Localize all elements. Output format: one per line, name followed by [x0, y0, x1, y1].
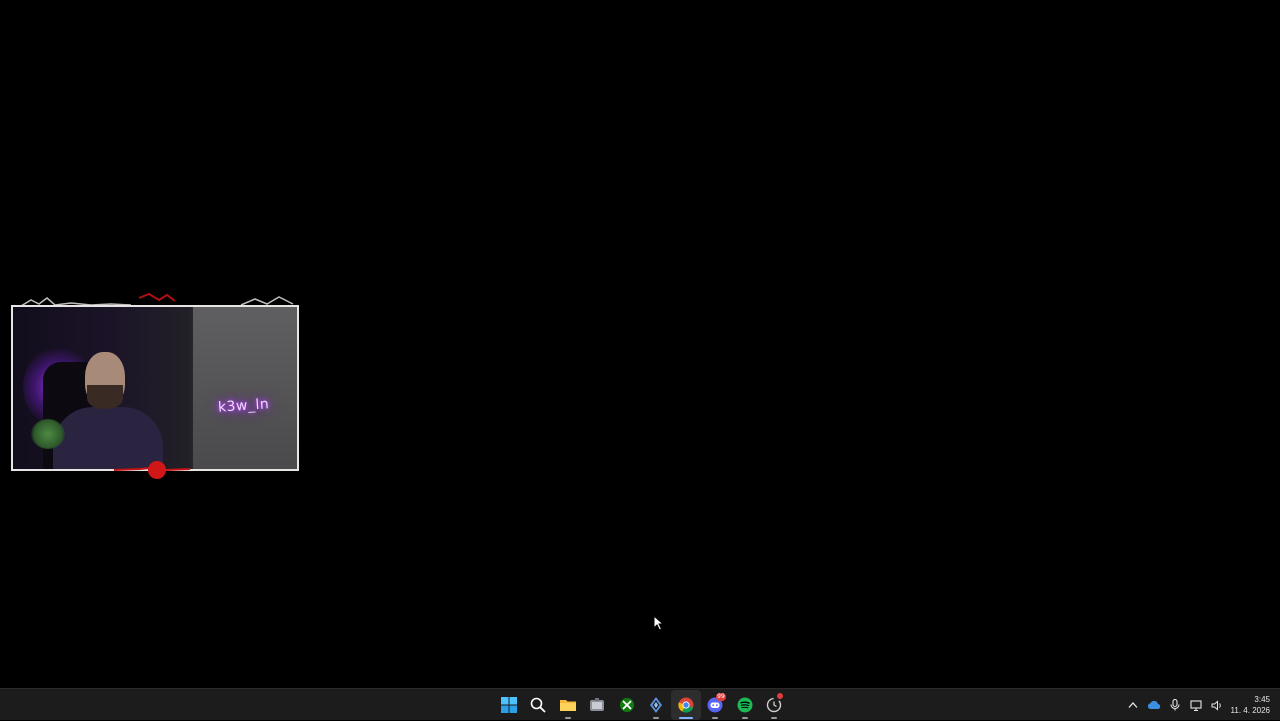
- running-indicator: [712, 717, 719, 719]
- toolbox-app-button[interactable]: [583, 690, 613, 720]
- start-button[interactable]: [494, 690, 524, 720]
- network-icon: [1189, 699, 1202, 711]
- diamond-app-button[interactable]: [642, 690, 672, 720]
- chevron-up-icon: [1128, 702, 1137, 708]
- system-tray: [1122, 689, 1227, 721]
- spotify-button[interactable]: [730, 690, 760, 720]
- plant-decoration: [31, 419, 65, 449]
- show-hidden-icons-button[interactable]: [1122, 689, 1143, 721]
- toolbox-icon: [590, 698, 605, 711]
- spotify-icon: [737, 697, 753, 713]
- xbox-icon: [619, 698, 634, 712]
- active-indicator: [678, 717, 693, 719]
- chrome-button[interactable]: [671, 690, 701, 720]
- microphone-tray-button[interactable]: [1164, 689, 1185, 721]
- onedrive-icon: [1147, 700, 1160, 709]
- folder-icon: [559, 700, 576, 711]
- network-tray-button[interactable]: [1185, 689, 1206, 721]
- xbox-button[interactable]: [612, 690, 642, 720]
- search-icon: [530, 697, 546, 713]
- taskbar-clock[interactable]: 3:45 11. 4. 2026: [1231, 694, 1270, 716]
- running-indicator: [653, 717, 660, 719]
- volume-icon: [1211, 699, 1221, 711]
- streamer-beard: [87, 385, 123, 409]
- running-indicator: [564, 717, 571, 719]
- clock-date: 11. 4. 2026: [1230, 706, 1270, 715]
- background-wall: [193, 307, 297, 469]
- webcam-frame-bottom-decoration: [113, 461, 191, 479]
- chrome-icon: [678, 697, 694, 713]
- clock-time: 3:45: [1254, 695, 1270, 704]
- running-indicator: [771, 717, 778, 719]
- discord-button[interactable]: 99: [701, 690, 731, 720]
- search-button[interactable]: [524, 690, 554, 720]
- file-explorer-button[interactable]: [553, 690, 583, 720]
- volume-tray-button[interactable]: [1206, 689, 1227, 721]
- onedrive-tray-button[interactable]: [1143, 689, 1164, 721]
- clock-icon: [767, 697, 782, 713]
- running-indicator: [741, 717, 748, 719]
- diamond-icon: [650, 697, 663, 713]
- taskbar: 99 3:45 11. 4. 2026: [0, 688, 1280, 720]
- mouse-cursor-icon: [653, 615, 665, 631]
- webcam-overlay: k3w_ln: [11, 305, 299, 471]
- notification-dot: [777, 693, 783, 699]
- windows-logo-icon: [500, 697, 517, 713]
- microphone-icon: [1169, 699, 1180, 711]
- clock-app-button[interactable]: [760, 690, 790, 720]
- taskbar-apps: 99: [494, 689, 789, 721]
- discord-notification-badge: 99: [716, 693, 726, 701]
- desktop: k3w_ln: [0, 0, 1280, 688]
